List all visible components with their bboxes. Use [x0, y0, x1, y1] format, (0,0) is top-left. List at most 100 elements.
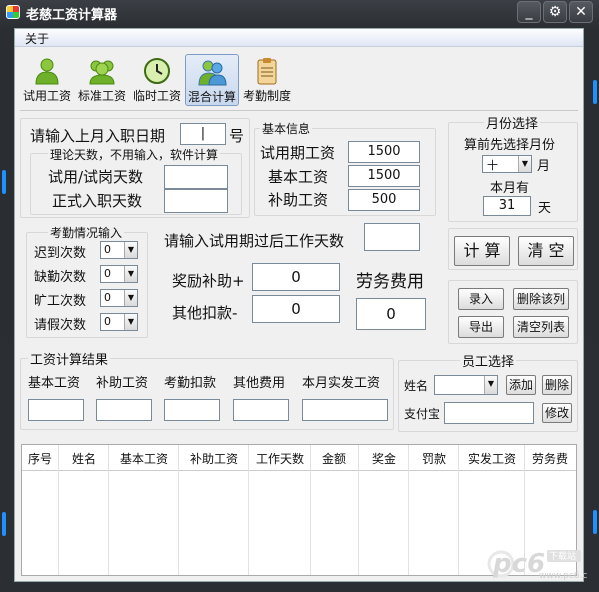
late-label: 迟到次数 [34, 246, 87, 261]
late-count-select[interactable]: 0 ▼ [100, 241, 138, 259]
title-bar: 老慈工资计算器 _ ⚙ ✕ [0, 0, 599, 26]
attendance-title: 考勤情况输入 [48, 224, 125, 241]
record-button[interactable]: 录入 [458, 288, 504, 310]
settings-button[interactable]: ⚙ [543, 1, 567, 23]
result-base-field [28, 399, 84, 421]
svg-text:pc6: pc6 [492, 549, 545, 579]
base-wage-input[interactable]: 1500 [348, 165, 420, 187]
window-title: 老慈工资计算器 [26, 8, 118, 23]
person-icon [35, 58, 59, 85]
tool-label: 考勤制度 [242, 89, 291, 103]
alipay-input[interactable] [444, 402, 534, 424]
tool-standard-wage[interactable]: 标准工资 [75, 54, 129, 106]
post-trial-days-input[interactable] [364, 223, 420, 251]
watermark: pc6 下载站 www.pc6.com [487, 544, 599, 588]
tool-mixed-calc[interactable]: 混合计算 [185, 54, 239, 106]
days-suffix: 天 [538, 201, 552, 216]
trial-days-label: 试用/试岗天数 [48, 168, 144, 186]
bonus-input[interactable]: 0 [252, 263, 340, 291]
toolbar-divider [20, 110, 578, 111]
month-title: 月份选择 [484, 113, 541, 132]
entry-day-input[interactable]: | [180, 123, 226, 145]
col-header[interactable]: 罚款 [412, 450, 456, 467]
clipboard-icon [257, 58, 277, 85]
clear-button[interactable]: 清 空 [518, 236, 574, 266]
col-header[interactable]: 实发工资 [462, 450, 522, 467]
month-value: 十 [487, 159, 498, 172]
employee-name-label: 姓名 [404, 379, 429, 393]
chevron-down-icon: ▼ [124, 314, 137, 330]
col-header[interactable]: 姓名 [62, 450, 106, 467]
menu-bar: 关于 [15, 29, 583, 47]
chevron-down-icon: ▼ [124, 242, 137, 258]
trial-wage-input[interactable]: 1500 [348, 141, 420, 163]
add-employee-button[interactable]: 添加 [506, 375, 536, 395]
col-header[interactable]: 金额 [312, 450, 356, 467]
leave-label: 请假次数 [34, 318, 87, 333]
minimize-button[interactable]: _ [517, 1, 541, 23]
tool-attendance-rules[interactable]: 考勤制度 [240, 54, 294, 106]
modify-button[interactable]: 修改 [542, 403, 572, 423]
month-days-input[interactable]: 31 [483, 196, 531, 216]
result-attendance-field [164, 399, 220, 421]
tool-trial-wage[interactable]: 试用工资 [20, 54, 74, 106]
theory-days-title: 理论天数，不用输入，软件计算 [48, 146, 221, 163]
post-trial-days-label: 请输入试用期过后工作天数 [164, 232, 345, 250]
leave-count-value: 0 [104, 315, 111, 328]
col-header[interactable]: 补助工资 [182, 450, 246, 467]
clock-icon [144, 58, 170, 84]
col-header[interactable]: 工作天数 [250, 450, 310, 467]
left-edge-indicator [2, 170, 6, 194]
absent-count-select[interactable]: 0 ▼ [100, 265, 138, 283]
deduct-label: 其他扣款- [172, 304, 238, 322]
deduct-input[interactable]: 0 [252, 295, 340, 323]
col-header[interactable]: 序号 [24, 450, 56, 467]
result-title: 工资计算结果 [28, 349, 111, 368]
group-icon [89, 60, 115, 85]
col-divider [458, 445, 459, 575]
truancy-count-select[interactable]: 0 ▼ [100, 289, 138, 307]
chevron-down-icon: ▼ [124, 290, 137, 306]
formal-days-label: 正式入职天数 [52, 192, 143, 210]
month-select[interactable]: 十 ▼ [482, 155, 532, 173]
result-base-label: 基本工资 [28, 376, 81, 391]
svg-text:下载站: 下载站 [549, 550, 576, 562]
svg-text:www.pc6.com: www.pc6.com [539, 571, 587, 581]
delete-column-button[interactable]: 删除该列 [513, 288, 569, 310]
clear-list-button[interactable]: 清空列表 [513, 316, 569, 338]
pc6-logo: pc6 下载站 www.pc6.com [487, 549, 599, 581]
labor-fee-input[interactable]: 0 [356, 298, 426, 330]
right-edge-indicator-2 [593, 510, 597, 534]
menu-about[interactable]: 关于 [25, 30, 49, 47]
result-net-field [302, 399, 388, 421]
col-header[interactable]: 劳务费 [526, 450, 574, 467]
tool-label: 试用工资 [22, 89, 71, 103]
col-divider [358, 445, 359, 575]
leave-count-select[interactable]: 0 ▼ [100, 313, 138, 331]
chevron-down-icon: ▼ [518, 156, 531, 172]
trial-wage-label: 试用期工资 [260, 144, 336, 162]
calculate-button[interactable]: 计 算 [454, 236, 510, 266]
close-button[interactable]: ✕ [569, 1, 593, 23]
col-header[interactable]: 基本工资 [112, 450, 176, 467]
tool-temp-wage[interactable]: 临时工资 [130, 54, 184, 106]
result-other-label: 其他费用 [233, 376, 286, 391]
chevron-down-icon: ▼ [124, 266, 137, 282]
people-icon [198, 60, 227, 86]
subsidy-label: 补助工资 [268, 191, 329, 209]
entry-date-prompt: 请输入上月入职日期 [30, 127, 166, 145]
left-edge-indicator-2 [2, 512, 6, 536]
export-button[interactable]: 导出 [458, 316, 504, 338]
col-divider [248, 445, 249, 575]
subsidy-input[interactable]: 500 [348, 189, 420, 211]
employee-name-select[interactable]: ▼ [434, 375, 498, 395]
month-hint: 算前先选择月份 [464, 138, 556, 153]
right-edge-indicator [593, 80, 597, 104]
delete-employee-button[interactable]: 删除 [542, 375, 572, 395]
trial-days-field [164, 165, 228, 189]
col-divider [310, 445, 311, 575]
late-count-value: 0 [104, 243, 111, 256]
col-header[interactable]: 奖金 [362, 450, 406, 467]
result-subsidy-field [96, 399, 152, 421]
absent-count-value: 0 [104, 267, 111, 280]
